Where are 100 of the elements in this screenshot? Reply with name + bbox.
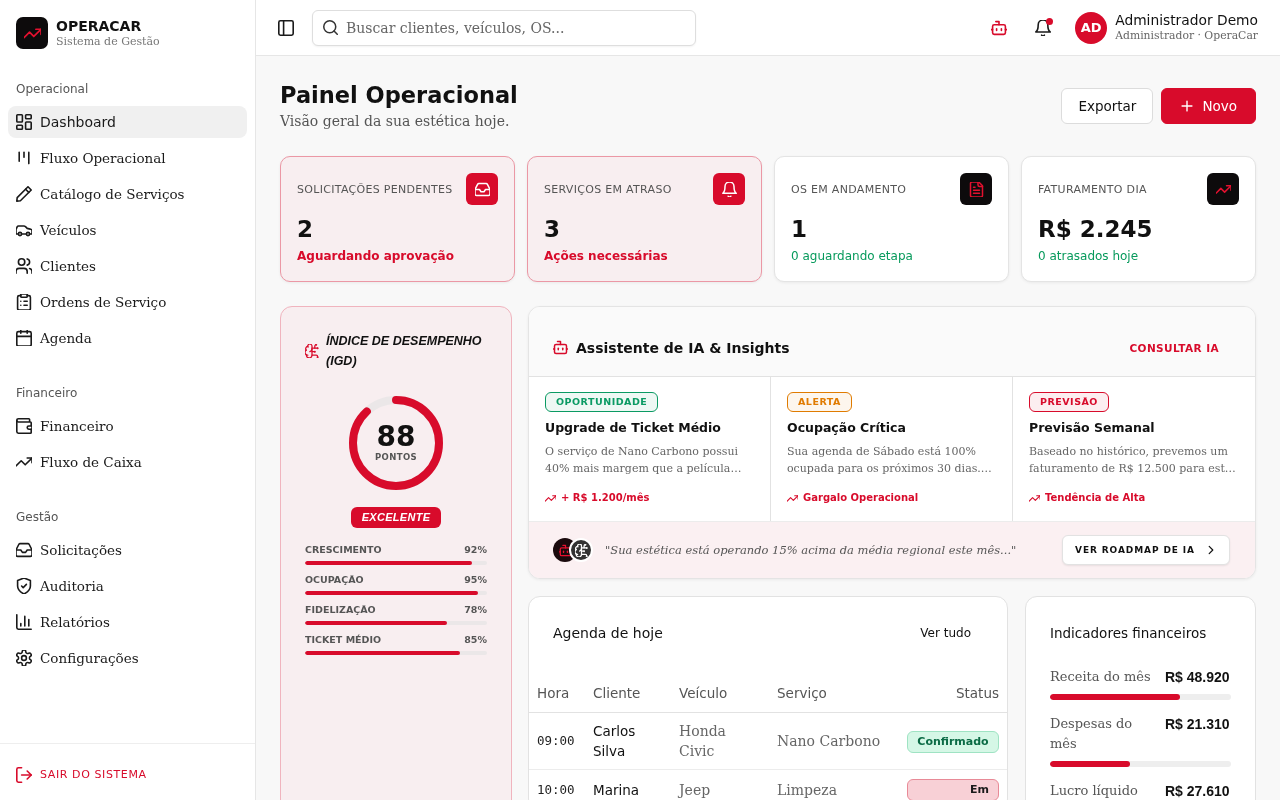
insight-text: O serviço de Nano Carbono possui 40% mais margem que a película… (545, 444, 743, 477)
user-role: Administrador · OperaCar (1115, 29, 1258, 43)
panel-icon (278, 19, 294, 36)
nav-item[interactable]: Configurações (8, 642, 247, 674)
stat-note: 0 aguardando etapa (791, 248, 914, 265)
kanban-icon (16, 150, 32, 166)
table-cell: 09:00 (529, 712, 585, 770)
section-label: Gestão (15, 509, 60, 525)
finance-label: Lucro líquido (1050, 782, 1139, 800)
roadmap-button[interactable]: VER ROADMAP DE IA (1062, 535, 1230, 565)
metric-value: 78% (464, 603, 487, 617)
metric-label: TICKET MÉDIO (305, 633, 382, 647)
column-header: Hora (529, 674, 585, 713)
pencil-icon (16, 186, 32, 202)
insight-tag: OPORTUNIDADE (545, 392, 659, 412)
stat-note: 0 atrasados hoje (1038, 248, 1140, 265)
column-header: Veículo (671, 674, 769, 713)
export-button[interactable]: Exportar (1061, 88, 1154, 124)
nav-item[interactable]: Fluxo Operacional (8, 142, 247, 174)
metric-value: 85% (464, 633, 487, 647)
insight-text: Baseado no histórico, prevemos um faturamento de R$ 12.500 para est… (1029, 444, 1237, 477)
card-title: Agenda de hoje (553, 624, 663, 643)
status-badge: Em (907, 779, 999, 800)
column-header: Serviço (769, 674, 895, 713)
nav-item[interactable]: Fluxo de Caixa (8, 446, 247, 478)
stat-value: R$ 2.245 (1038, 215, 1154, 244)
trending-up-icon (545, 492, 556, 504)
insight-tag: PREVISÃO (1029, 392, 1109, 412)
stat-note: Ações necessárias (544, 248, 669, 265)
nav-item[interactable]: Relatórios (8, 606, 247, 638)
inbox-icon (16, 542, 32, 558)
consult-ai-button[interactable]: CONSULTAR IA (1117, 333, 1231, 362)
users-icon (16, 258, 32, 274)
brand-name: OPERACAR (56, 17, 143, 35)
user-name: Administrador Demo (1115, 12, 1258, 29)
score-value: 88 (376, 423, 416, 451)
user-avatar[interactable]: AD (1075, 11, 1108, 44)
nav-item[interactable]: Clientes (8, 250, 247, 282)
insight-title: Upgrade de Ticket Médio (545, 419, 721, 437)
column-header: Status (895, 674, 1007, 713)
stat-label: FATURAMENTO DIA (1038, 182, 1147, 196)
metric-label: CRESCIMENTO (305, 543, 382, 557)
finance-value: R$ 48.920 (1165, 668, 1231, 687)
inbox-icon (466, 173, 498, 205)
card-title: ÍNDICE DE DESEMPENHO (IGD) (326, 332, 483, 370)
metric-value: 95% (464, 573, 487, 587)
finance-value: R$ 21.310 (1165, 715, 1231, 734)
nav-item[interactable]: Catálogo de Serviços (8, 178, 247, 210)
trending-up-icon (1207, 173, 1239, 205)
table-cell: Carlos Silva (585, 712, 671, 770)
insight-title: Previsão Semanal (1029, 419, 1155, 437)
stat-label: SOLICITAÇÕES PENDENTES (297, 182, 453, 196)
nav-item[interactable]: Auditoria (8, 570, 247, 602)
metric-label: FIDELIZAÇÃO (305, 603, 376, 617)
gear-icon (16, 650, 32, 666)
clipboard-icon (16, 294, 32, 310)
table-cell: Limpeza (769, 769, 895, 800)
wallet-icon (16, 418, 32, 434)
insight-title: Ocupação Crítica (787, 419, 906, 437)
shield-check-icon (16, 578, 32, 594)
table-cell: Nano Carbono (769, 712, 895, 770)
nav-item[interactable]: Financeiro (8, 410, 247, 442)
insight-text: Sua agenda de Sábado está 100% ocupada para os próximos 30 dias.… (787, 444, 993, 477)
nav-item[interactable]: Dashboard (8, 106, 247, 138)
stat-label: SERVIÇOS EM ATRASO (544, 182, 672, 196)
new-button[interactable]: Novo (1161, 88, 1256, 124)
finance-value: R$ 27.610 (1165, 782, 1231, 800)
table-cell: 10:00 (529, 769, 585, 800)
insight-impact: + R$ 1.200/mês (561, 491, 650, 505)
bar-chart-icon (16, 614, 32, 630)
nav-item[interactable]: Agenda (8, 322, 247, 354)
bot-icon (991, 19, 1008, 36)
nav-item[interactable]: Solicitações (8, 534, 247, 566)
table-cell: Marina (585, 769, 671, 800)
stat-value: 2 (297, 215, 314, 244)
nav-item[interactable]: Ordens de Serviço (8, 286, 247, 318)
insight-tag: ALERTA (787, 392, 852, 412)
brain-circuit-icon (569, 538, 593, 562)
card-title: Indicadores financeiros (1050, 624, 1208, 643)
bell-icon (1035, 19, 1052, 36)
score-unit: PONTOS (374, 451, 418, 463)
search-icon (323, 20, 338, 35)
card-title: Assistente de IA & Insights (576, 339, 790, 356)
view-all-button[interactable]: Ver tudo (904, 621, 987, 645)
trending-up-icon (787, 492, 798, 504)
app-logo (16, 17, 48, 49)
bell-icon (713, 173, 745, 205)
trending-up-icon (1029, 492, 1040, 504)
stat-label: OS EM ANDAMENTO (791, 182, 907, 196)
section-label: Financeiro (15, 385, 79, 401)
stat-note: Aguardando aprovação (297, 248, 455, 265)
page-subtitle: Visão geral da sua estética hoje. (280, 112, 511, 131)
section-label: Operacional (15, 81, 90, 97)
nav-item[interactable]: Veículos (8, 214, 247, 246)
table-cell: Jeep (671, 769, 769, 800)
grid-icon (16, 114, 32, 130)
logout-button[interactable]: SAIR DO SISTEMA (16, 767, 147, 783)
bot-icon (553, 340, 568, 355)
brand-tagline: Sistema de Gestão (56, 34, 160, 49)
status-badge: Confirmado (907, 730, 999, 753)
